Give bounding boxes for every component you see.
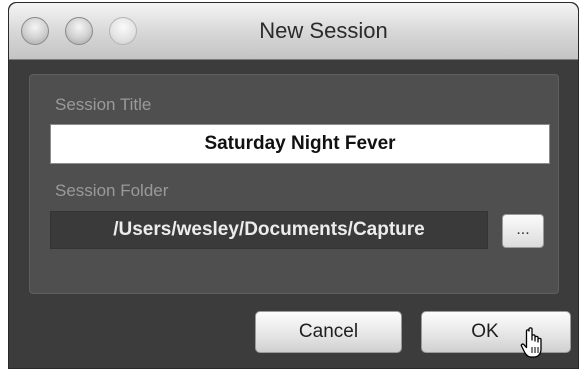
session-folder-label: Session Folder (55, 181, 169, 200)
session-form-panel: Session Title Session Folder /Users/wesl… (29, 74, 559, 294)
hand-pointer-icon (520, 327, 542, 358)
ok-button[interactable]: OK (421, 311, 571, 353)
session-folder-field: /Users/wesley/Documents/Capture (50, 211, 488, 249)
new-session-dialog: New Session Session Title Session Folder… (8, 2, 579, 369)
browse-folder-button[interactable]: ... (502, 214, 544, 248)
session-title-label: Session Title (55, 95, 152, 114)
session-title-input[interactable] (50, 124, 550, 164)
cancel-button[interactable]: Cancel (255, 311, 402, 353)
window-title: New Session (259, 18, 388, 43)
title-bar: New Session (9, 3, 578, 60)
